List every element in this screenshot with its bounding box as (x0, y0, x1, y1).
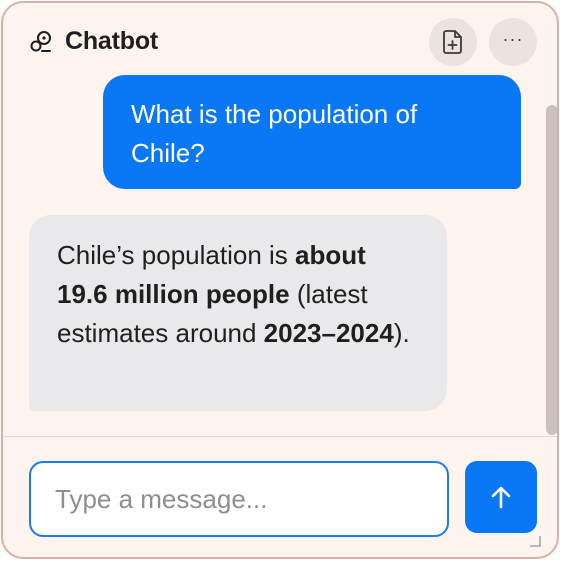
assistant-bold-segment: 2023–2024 (263, 318, 394, 348)
assistant-message-bubble: Chile’s population is about 19.6 million… (29, 215, 447, 411)
arrow-up-icon (491, 486, 511, 509)
add-file-icon (443, 30, 462, 54)
chat-title: Chatbot (65, 27, 159, 55)
composer-divider (3, 436, 557, 437)
chatbot-window: Chatbot ··· What is the population of Ch… (1, 1, 559, 559)
chat-header: Chatbot ··· (3, 3, 557, 81)
more-options-button[interactable]: ··· (489, 18, 537, 66)
more-horizontal-icon: ··· (502, 29, 524, 49)
add-file-button[interactable] (429, 18, 477, 66)
resize-handle-icon[interactable] (529, 535, 541, 547)
assistant-text-segment: ). (393, 318, 410, 348)
scrollbar-thumb[interactable] (546, 105, 557, 435)
assistant-text-segment: Chile’s population is (57, 240, 295, 270)
send-button[interactable] (465, 461, 537, 533)
message-scrollbar[interactable] (543, 73, 557, 436)
message-input[interactable] (29, 461, 449, 537)
chatbot-logo-icon (30, 31, 51, 52)
user-message-bubble: What is the population of Chile? (103, 75, 521, 189)
message-list: What is the population of Chile? Chile’s… (3, 73, 543, 436)
